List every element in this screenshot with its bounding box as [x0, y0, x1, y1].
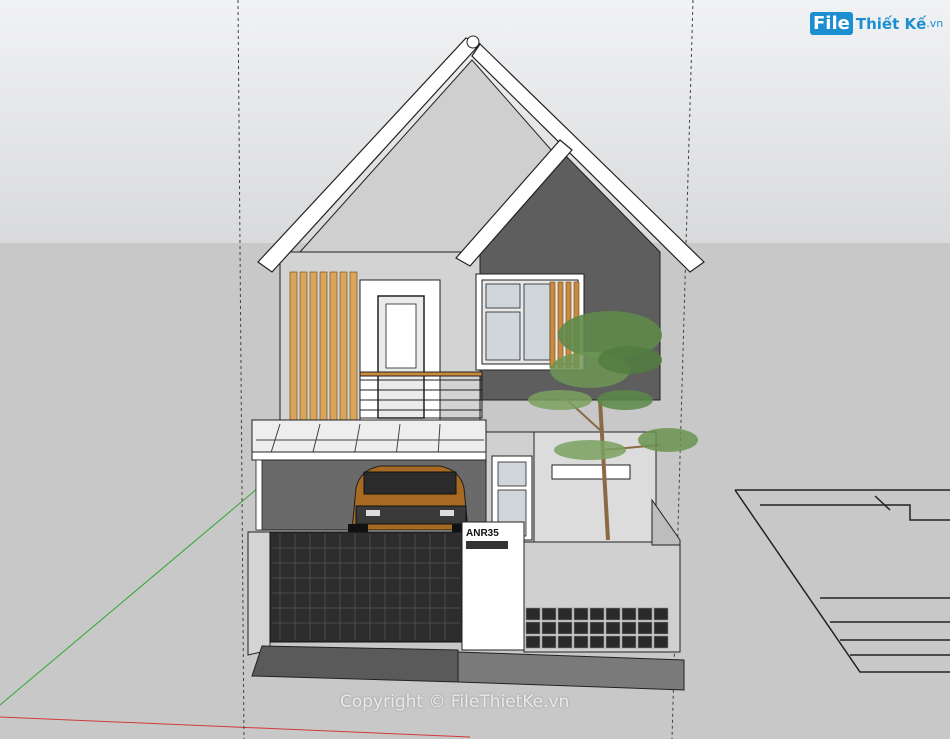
site-logo[interactable]: File Thiết Kế .vn [810, 12, 943, 35]
roof-ridge-cap [466, 35, 480, 49]
copyright-watermark: Copyright © FileThietKe.vn [340, 692, 570, 712]
logo-tld: .vn [926, 17, 944, 30]
house-model[interactable]: ANR35 [247, 35, 705, 691]
front-step [457, 651, 685, 691]
house-number-label: ANR35 [466, 528, 499, 539]
fence-wall-left [247, 531, 271, 656]
red-axis [0, 716, 471, 738]
sketchup-viewport[interactable]: ANR35 File Thiết Kế .vn Copyright © File… [0, 0, 950, 739]
gate[interactable] [269, 531, 463, 643]
driveway [251, 645, 459, 683]
wood-slats-left [289, 271, 358, 421]
vertical-guide-left [237, 0, 245, 739]
logo-name: Thiết Kế [855, 14, 927, 33]
floor-plan-outline [734, 489, 950, 673]
model-scene[interactable]: ANR35 [0, 0, 950, 739]
green-axis [0, 487, 259, 706]
breeze-blocks [525, 607, 669, 649]
fence-wall-right [523, 541, 681, 653]
logo-mark: File [810, 12, 853, 35]
